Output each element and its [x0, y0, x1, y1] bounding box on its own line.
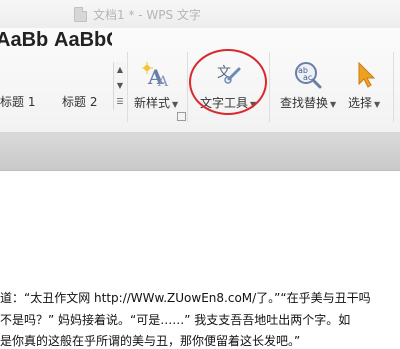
scroll-down-icon[interactable]: ▼	[114, 78, 126, 94]
svg-text:ac: ac	[303, 73, 312, 82]
document-icon	[74, 7, 87, 22]
document-page[interactable]: 道：“太丑作文网 http://WWw.ZUowEn8.coM/了。”“在乎美与…	[0, 171, 400, 349]
select-cursor-icon	[358, 62, 376, 88]
dialog-launcher-icon[interactable]	[177, 112, 186, 121]
new-style-caret-icon: ▼	[172, 100, 179, 109]
style-gallery-scroll[interactable]: ▲ ▼ ☰	[113, 62, 126, 110]
document-text-line[interactable]: 道：“太丑作文网 http://WWw.ZUowEn8.coM/了。”“在乎美与…	[0, 289, 371, 306]
ribbon-separator	[127, 52, 128, 122]
document-text-line[interactable]: 是你真的这般在乎所谓的美与丑，那你便留着这长发吧。”	[0, 332, 300, 349]
style-name-heading-1[interactable]: 标题 1	[0, 93, 35, 110]
ribbon-separator	[393, 52, 394, 122]
select-caret-icon: ▼	[374, 100, 381, 109]
ribbon-separator	[269, 52, 270, 122]
svg-text:A: A	[157, 74, 169, 90]
find-replace-button[interactable]: ab ac 查找替换 ▼	[276, 58, 340, 114]
style-sample-heading-1[interactable]: AaBb	[0, 29, 48, 52]
find-replace-caret-icon: ▼	[330, 100, 337, 109]
style-name-heading-2[interactable]: 标题 2	[62, 93, 97, 110]
window-title: 文档1 * - WPS 文字	[93, 8, 201, 22]
scroll-up-icon[interactable]: ▲	[114, 62, 126, 78]
style-sample-heading-2[interactable]: AaBbC	[54, 29, 112, 52]
new-style-label: 新样式	[134, 96, 171, 110]
highlight-circle	[189, 49, 267, 115]
document-text-line[interactable]: 不是吗？” 妈妈接着说。“可是……” 我支支吾吾地吐出两个字。如	[0, 311, 350, 328]
document-area-background	[0, 133, 400, 171]
select-button[interactable]: 选择 ▼	[344, 58, 388, 114]
find-replace-label: 查找替换	[280, 96, 329, 110]
find-replace-icon: ab ac	[295, 62, 322, 89]
new-style-icon: A A	[142, 62, 169, 90]
ribbon-separator	[187, 52, 188, 122]
new-style-button[interactable]: A A 新样式 ▼	[132, 58, 180, 114]
select-label: 选择	[348, 96, 373, 110]
title-bar: 文档1 * - WPS 文字	[0, 0, 400, 28]
gallery-expand-icon[interactable]: ☰	[114, 94, 126, 110]
